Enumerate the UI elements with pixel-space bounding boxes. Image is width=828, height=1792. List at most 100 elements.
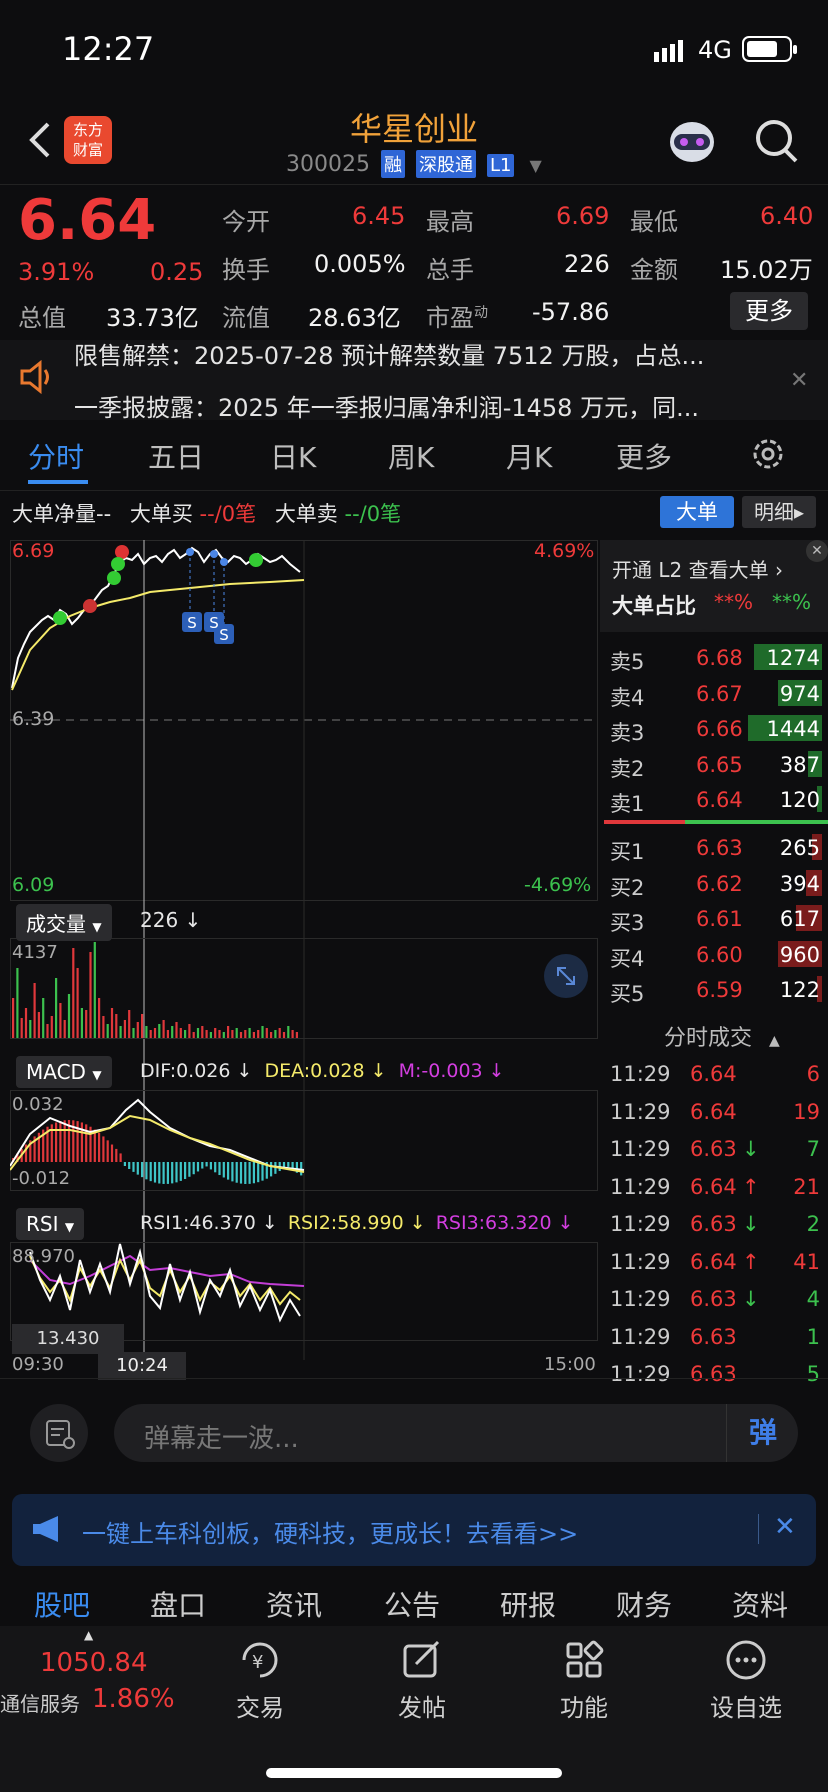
ask-row[interactable]: 卖4 6.67 974 [600,676,828,710]
macd-indicator-select[interactable]: MACD ▼ [16,1056,112,1088]
price-high-label: 6.69 [12,540,55,562]
ask-label: 卖2 [610,756,645,781]
volume-bar [119,1026,122,1038]
ratio-label: 大单占比 [612,594,696,618]
macd-bar [162,1162,165,1184]
bid-row[interactable]: 买5 6.59 122 [600,972,828,1006]
volume-bar [244,1030,247,1038]
rsi-indicator-select[interactable]: RSI ▼ [16,1208,85,1240]
intraday-chart[interactable]: 6.69 4.69% 6.39 6.09 -4.69% S S S 成交量 ▼ … [10,540,598,1380]
volume-bar [227,1026,230,1038]
tab-pankou[interactable]: 盘口 [150,1584,206,1624]
volume-bar [270,1032,273,1038]
macd-bar [102,1136,105,1162]
bid-row[interactable]: 买3 6.61 617 [600,901,828,935]
volume-indicator-select[interactable]: 成交量 ▼ [16,904,112,941]
volume-bar [162,1020,165,1038]
bid-row[interactable]: 买4 6.60 960 [600,937,828,971]
volume-bar [76,968,79,1038]
sell-marker: S [187,614,197,632]
tab-five-day[interactable]: 五日 [148,436,204,476]
macd-bar [145,1162,148,1180]
battery-icon [742,36,798,68]
ask-volume: 1274 [766,646,820,670]
tab-research[interactable]: 研报 [500,1584,556,1624]
nav-add-watchlist[interactable]: 设自选 [686,1638,806,1723]
tab-more[interactable]: 更多 [616,436,672,476]
trade-price: 6.63 [690,1324,737,1349]
tab-finance[interactable]: 财务 [616,1584,672,1624]
sector-change-pct[interactable]: 1.86% [92,1684,175,1714]
ask-row[interactable]: 卖5 6.68 1274 [600,640,828,674]
trade-row: 11:29 6.63 ↓ 7 [600,1131,828,1165]
macd-bar [179,1162,182,1181]
macd-bar [222,1162,225,1178]
banner-text: 一键上车科创板，硬科技，更成长！去看看>> [82,1520,579,1548]
macd-bar [63,1120,66,1162]
network-type: 4G [698,36,732,64]
bid-label: 买1 [610,840,645,864]
comment-input[interactable]: 弹幕走一波... 弹 [114,1404,798,1462]
trade-row: 11:29 6.64 ↑ 21 [600,1169,828,1203]
macd-bar [244,1162,247,1184]
bid-row[interactable]: 买2 6.62 394 [600,866,828,900]
macd-bar [98,1132,101,1162]
gear-icon[interactable] [750,436,786,476]
volume-bar [29,1020,32,1038]
ask-row[interactable]: 卖2 6.65 387 [600,747,828,781]
volume-bar [214,1028,217,1038]
tab-guba[interactable]: 股吧 [34,1584,90,1624]
trade-time: 11:29 [610,1287,671,1311]
tab-intraday[interactable]: 分时 [28,436,84,476]
close-icon[interactable]: ✕ [774,1512,796,1542]
rsi-cursor-label: 13.430 [12,1324,124,1354]
nav-functions[interactable]: 功能 [524,1638,644,1723]
megaphone-icon [30,1514,64,1548]
ask-row[interactable]: 卖1 6.64 120 [600,782,828,816]
macd-m-text: M:-0.003 [398,1060,483,1082]
chevron-down-icon[interactable]: ▼ [529,156,541,175]
bid-row[interactable]: 买1 6.63 265 [600,830,828,864]
quote-label-turnover: 换手 [222,256,270,284]
nav-trade[interactable]: ¥ 交易 [200,1638,320,1723]
bid-label: 买3 [610,911,645,935]
time-end: 15:00 [544,1354,596,1375]
volume-bar [59,1003,62,1038]
tab-profile[interactable]: 资料 [732,1584,788,1624]
bottom-nav: ▲ 1050.84 通信服务 1.86% ¥ 交易 发帖 功能 设自选 [0,1626,828,1792]
volume-bar [248,1028,251,1038]
volume-bar [188,1024,191,1038]
macd-bar [132,1162,135,1172]
expand-icon[interactable] [544,954,588,998]
tab-news[interactable]: 资讯 [266,1584,322,1624]
macd-bar [235,1162,238,1183]
macd-bar [239,1162,243,1184]
close-icon[interactable]: ✕ [790,368,808,393]
rsi2: RSI2:58.990 ↓ [287,1212,426,1234]
close-icon[interactable]: ✕ [806,540,828,562]
macd-bar [171,1162,174,1184]
promo-banner[interactable]: 一键上车科创板，硬科技，更成长！去看看>> ✕ [12,1494,816,1566]
danmaku-send-button[interactable]: 弹 [726,1404,799,1462]
ask-price: 6.68 [696,646,743,670]
more-quote-button[interactable]: 更多 [730,292,808,330]
sector-name[interactable]: 通信服务 [0,1688,80,1717]
l2-promo[interactable]: 开通 L2 查看大单 › 大单占比 **% **% ✕ [600,540,828,632]
trade-volume: 6 [806,1062,820,1086]
ratio-buy: **% [714,590,754,614]
sector-index-value[interactable]: 1050.84 [40,1648,148,1678]
tab-week-k[interactable]: 周K [388,436,434,476]
comment-list-icon[interactable] [30,1404,88,1462]
notice-ticker[interactable]: 限售解禁：2025-07-28 预计解禁数量 7512 万股，占总... 一季报… [0,340,828,420]
tab-day-k[interactable]: 日K [270,436,316,476]
big-order-button[interactable]: 大单 [660,496,734,528]
quote-value-pe: -57.86 [532,298,610,326]
nav-post[interactable]: 发帖 [362,1638,482,1723]
tab-announcements[interactable]: 公告 [384,1584,440,1624]
tab-month-k[interactable]: 月K [506,436,552,476]
ask-row[interactable]: 卖3 6.66 1444 [600,711,828,745]
volume-bar [145,1026,148,1038]
pe-sup: 动 [474,305,488,321]
detail-button[interactable]: 明细▸ [742,496,816,528]
trades-header[interactable]: 分时成交 ▲ [664,1020,780,1052]
